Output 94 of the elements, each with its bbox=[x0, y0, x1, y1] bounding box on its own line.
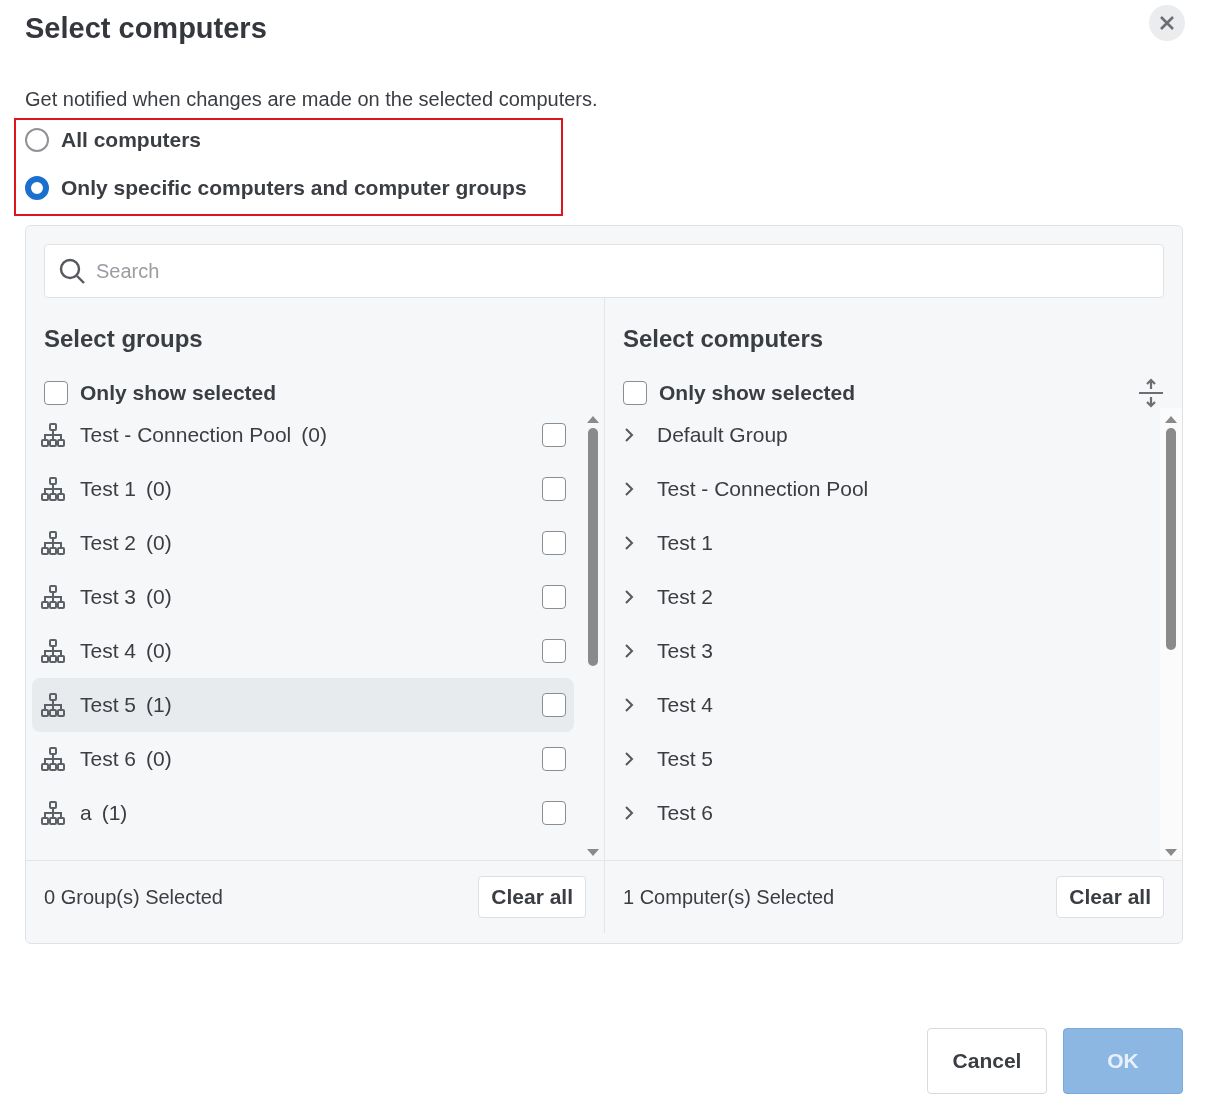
scrollbar-thumb[interactable] bbox=[1166, 428, 1176, 650]
group-count: (0) bbox=[301, 423, 327, 447]
tree-item[interactable]: Test 3 bbox=[617, 624, 1160, 678]
checkbox[interactable] bbox=[542, 585, 566, 609]
cancel-button[interactable]: Cancel bbox=[927, 1028, 1047, 1094]
description-text: Get notified when changes are made on the selected computers. bbox=[25, 87, 599, 112]
group-name: Test 1 bbox=[80, 477, 137, 501]
radio-option[interactable]: All computers bbox=[25, 116, 553, 164]
group-list-item[interactable]: Test - Connection Pool (0) bbox=[32, 408, 574, 462]
tree-item[interactable]: Test 4 bbox=[617, 678, 1160, 732]
checkbox[interactable] bbox=[623, 381, 647, 405]
checkbox[interactable] bbox=[542, 747, 566, 771]
tree-item[interactable]: Test - Connection Pool bbox=[617, 462, 1160, 516]
radio-label: Only specific computers and computer groups bbox=[61, 176, 527, 200]
hierarchy-icon bbox=[40, 746, 66, 772]
group-name: Test 6 bbox=[80, 747, 137, 771]
chevron-right-icon[interactable] bbox=[623, 697, 635, 713]
group-name: Test 4 bbox=[80, 639, 137, 663]
checkbox[interactable] bbox=[542, 531, 566, 555]
group-count: (0) bbox=[146, 585, 172, 609]
group-list-item[interactable]: a (1) bbox=[32, 786, 574, 840]
dialog-title: Select computers bbox=[25, 11, 267, 45]
hierarchy-icon bbox=[40, 422, 66, 448]
checkbox[interactable] bbox=[542, 639, 566, 663]
panel-heading: Select computers bbox=[623, 324, 825, 354]
checkbox[interactable] bbox=[542, 477, 566, 501]
scroll-up-icon[interactable] bbox=[1164, 414, 1178, 424]
filter-label: Only show selected bbox=[659, 381, 856, 405]
group-count: (0) bbox=[146, 531, 172, 555]
tree-item-label: Test 2 bbox=[657, 585, 714, 609]
selection-count: 1 Computer(s) Selected bbox=[623, 885, 835, 909]
tree-item[interactable]: Test 1 bbox=[617, 516, 1160, 570]
group-count: (1) bbox=[146, 693, 172, 717]
checkbox[interactable] bbox=[542, 801, 566, 825]
close-button[interactable] bbox=[1149, 5, 1185, 41]
scrollbar-thumb[interactable] bbox=[588, 428, 598, 666]
group-list-item[interactable]: Test 4 (0) bbox=[32, 624, 574, 678]
chevron-right-icon[interactable] bbox=[623, 589, 635, 605]
tree-item-label: Test 4 bbox=[657, 693, 714, 717]
group-list-item[interactable]: Test 5 (1) bbox=[32, 678, 574, 732]
group-name: a bbox=[80, 801, 92, 825]
checkbox[interactable] bbox=[44, 381, 68, 405]
clear-all-button[interactable]: Clear all bbox=[1056, 876, 1164, 918]
radio-button[interactable] bbox=[25, 176, 49, 200]
hierarchy-icon bbox=[40, 692, 66, 718]
chevron-right-icon[interactable] bbox=[623, 535, 635, 551]
group-list-item[interactable]: Test 6 (0) bbox=[32, 732, 574, 786]
group-count: (0) bbox=[146, 747, 172, 771]
tree-item-label: Default Group bbox=[657, 423, 788, 447]
hierarchy-icon bbox=[40, 800, 66, 826]
hierarchy-icon bbox=[40, 476, 66, 502]
scroll-down-icon[interactable] bbox=[1164, 848, 1178, 858]
radio-button[interactable] bbox=[25, 128, 49, 152]
hierarchy-icon bbox=[40, 584, 66, 610]
chevron-right-icon[interactable] bbox=[623, 751, 635, 767]
chevron-right-icon[interactable] bbox=[623, 643, 635, 659]
search-field[interactable]: Search bbox=[44, 244, 1164, 298]
scroll-up-icon[interactable] bbox=[586, 414, 600, 424]
clear-all-button[interactable]: Clear all bbox=[478, 876, 586, 918]
radio-label: All computers bbox=[61, 128, 202, 152]
tree-item[interactable]: Test 5 bbox=[617, 732, 1160, 786]
filter-label: Only show selected bbox=[80, 381, 277, 405]
group-count: (0) bbox=[146, 477, 172, 501]
panel-heading: Select groups bbox=[44, 324, 204, 354]
tree-item[interactable]: Default Group bbox=[617, 408, 1160, 462]
tree-item[interactable]: Test 2 bbox=[617, 570, 1160, 624]
group-list-item[interactable]: Test 3 (0) bbox=[32, 570, 574, 624]
expand-collapse-icon[interactable] bbox=[1138, 377, 1164, 409]
group-list-item[interactable]: Test 2 (0) bbox=[32, 516, 574, 570]
hierarchy-icon bbox=[40, 638, 66, 664]
group-list-item[interactable]: Test 1 (0) bbox=[32, 462, 574, 516]
selection-count: 0 Group(s) Selected bbox=[44, 885, 223, 909]
hierarchy-icon bbox=[40, 530, 66, 556]
checkbox[interactable] bbox=[542, 423, 566, 447]
chevron-right-icon[interactable] bbox=[623, 481, 635, 497]
group-name: Test - Connection Pool bbox=[80, 423, 292, 447]
tree-item-label: Test 5 bbox=[657, 747, 714, 771]
checkbox[interactable] bbox=[542, 693, 566, 717]
group-count: (1) bbox=[101, 801, 128, 825]
tree-item-label: Test 6 bbox=[657, 801, 714, 825]
tree-item-label: Test 3 bbox=[657, 639, 714, 663]
scrollbar[interactable] bbox=[1160, 408, 1182, 860]
chevron-right-icon[interactable] bbox=[623, 427, 635, 443]
group-name: Test 3 bbox=[80, 585, 137, 609]
scroll-down-icon[interactable] bbox=[586, 848, 600, 858]
group-name: Test 2 bbox=[80, 531, 137, 555]
radio-option[interactable]: Only specific computers and computer groups bbox=[25, 164, 553, 212]
tree-item[interactable]: Test 6 bbox=[617, 786, 1160, 840]
group-count: (0) bbox=[146, 639, 172, 663]
chevron-right-icon[interactable] bbox=[623, 805, 635, 821]
close-icon bbox=[1159, 15, 1175, 31]
tree-item-label: Test - Connection Pool bbox=[657, 477, 869, 501]
group-name: Test 5 bbox=[80, 693, 137, 717]
tree-item-label: Test 1 bbox=[657, 531, 714, 555]
